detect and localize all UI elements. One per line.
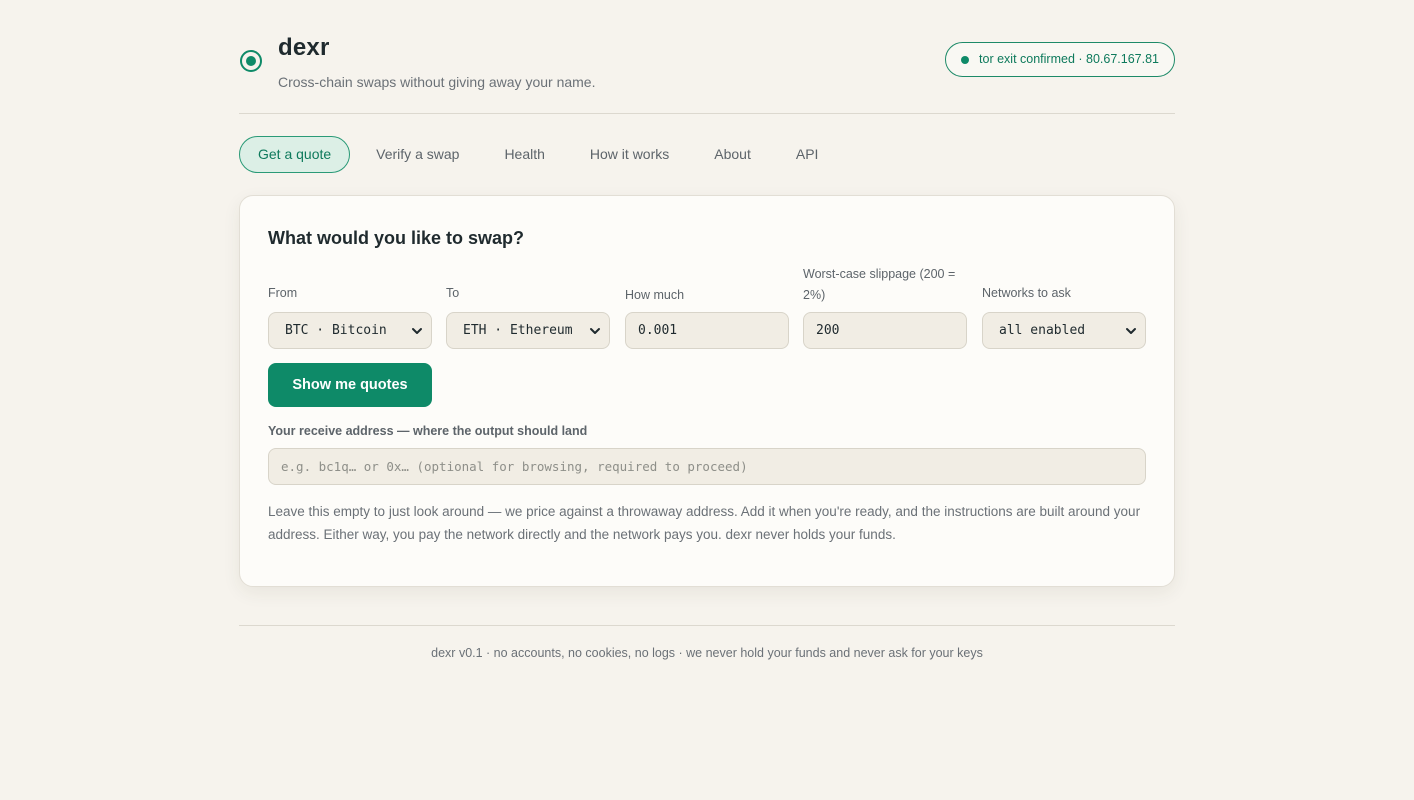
slippage-input[interactable]: 200 [803, 312, 967, 349]
from-label: From [268, 286, 298, 300]
site-footer: dexr v0.1 · no accounts, no cookies, no … [431, 646, 983, 660]
receive-address-help: Leave this empty to just look around — w… [268, 504, 1141, 542]
site-header: dexr Cross-chain swaps without giving aw… [239, 0, 1175, 114]
amount-input[interactable]: 0.001 [625, 312, 789, 349]
tab-health[interactable]: Health [485, 136, 563, 173]
chevron-down-icon [412, 328, 422, 334]
chevron-down-icon [590, 328, 600, 334]
from-select[interactable]: BTC · Bitcoin [268, 312, 432, 349]
brand-name[interactable]: dexr [278, 34, 330, 62]
chevron-down-icon [1126, 328, 1136, 334]
amount-label: How much [625, 288, 685, 302]
to-select-value: ETH · Ethereum [463, 323, 573, 338]
main-nav: Get a quote Verify a swap Health How it … [239, 136, 844, 173]
from-select-value: BTC · Bitcoin [285, 323, 387, 338]
target-icon [240, 50, 262, 72]
slippage-label: Worst-case slippage (200 = 2%) [803, 267, 956, 302]
tor-status-text: tor exit confirmed · 80.67.167.81 [979, 52, 1159, 66]
tor-status-badge: tor exit confirmed · 80.67.167.81 [945, 42, 1175, 77]
receive-address-input[interactable]: e.g. bc1q… or 0x… (optional for browsing… [268, 448, 1146, 485]
networks-select-value: all enabled [999, 323, 1086, 338]
tab-verify-a-swap[interactable]: Verify a swap [357, 136, 478, 173]
tab-api[interactable]: API [777, 136, 838, 173]
swap-card: What would you like to swap? From BTC · … [239, 195, 1175, 587]
tab-get-a-quote[interactable]: Get a quote [239, 136, 351, 173]
page-container: dexr Cross-chain swaps without giving aw… [239, 0, 1175, 660]
card-title: What would you like to swap? [268, 228, 525, 248]
networks-select[interactable]: all enabled [982, 312, 1146, 349]
tab-how-it-works[interactable]: How it works [571, 136, 688, 173]
networks-label: Networks to ask [982, 286, 1071, 300]
tab-about[interactable]: About [695, 136, 770, 173]
receive-address-label: Your receive address — where the output … [268, 424, 588, 438]
to-label: To [446, 286, 460, 300]
to-select[interactable]: ETH · Ethereum [446, 312, 610, 349]
show-quotes-button[interactable]: Show me quotes [268, 363, 432, 407]
tagline: Cross-chain swaps without giving away yo… [278, 74, 596, 90]
status-dot-icon [961, 56, 970, 64]
footer-divider [239, 625, 1175, 626]
